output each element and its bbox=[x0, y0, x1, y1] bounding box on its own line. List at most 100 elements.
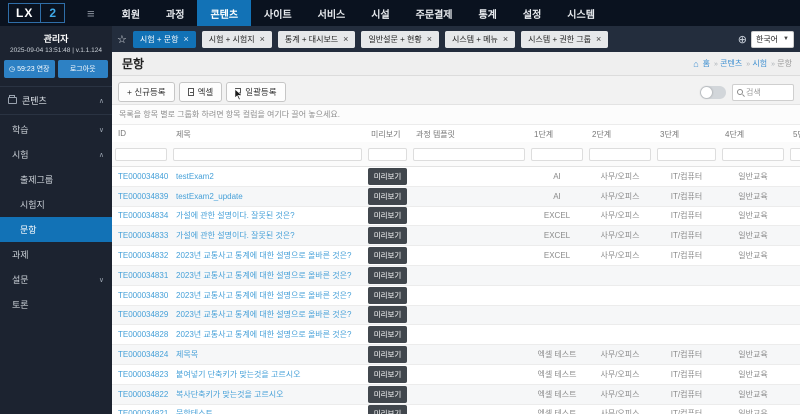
column-header[interactable]: 미리보기 bbox=[365, 125, 410, 142]
row-id-link[interactable]: TE000034832 bbox=[118, 251, 168, 260]
column-header[interactable]: 제목 bbox=[170, 125, 365, 142]
topnav-item[interactable]: 통계 bbox=[465, 0, 509, 26]
preview-button[interactable]: 미리보기 bbox=[368, 287, 408, 304]
row-title-link[interactable]: 가설에 관한 설명이다. 잘못된 것은? bbox=[176, 231, 295, 240]
row-title-link[interactable]: 복사단축키가 맞는것을 고르시오 bbox=[176, 390, 283, 399]
column-filter-input[interactable] bbox=[531, 148, 583, 161]
row-id-link[interactable]: TE000034829 bbox=[118, 310, 168, 319]
row-id-link[interactable]: TE000034823 bbox=[118, 370, 168, 379]
sidebar-item[interactable]: 시험지 bbox=[0, 192, 112, 217]
row-title-link[interactable]: 2023년 교통사고 통계에 대한 설명으로 올바른 것은? bbox=[176, 310, 351, 319]
row-title-link[interactable]: 2023년 교통사고 통계에 대한 설명으로 올바른 것은? bbox=[176, 291, 351, 300]
preview-button[interactable]: 미리보기 bbox=[368, 188, 408, 205]
row-id-link[interactable]: TE000034822 bbox=[118, 390, 168, 399]
workspace-tab[interactable]: 시스템 + 메뉴 × bbox=[445, 31, 515, 48]
column-filter-input[interactable] bbox=[173, 148, 362, 161]
preview-button[interactable]: 미리보기 bbox=[368, 168, 408, 185]
language-select[interactable]: 한국어 ▼ bbox=[751, 31, 794, 48]
topnav-item[interactable]: 설정 bbox=[510, 0, 554, 26]
close-icon[interactable]: × bbox=[183, 35, 188, 44]
column-header[interactable]: 3단계 bbox=[654, 125, 719, 142]
preview-button[interactable]: 미리보기 bbox=[368, 405, 408, 414]
breadcrumb-link[interactable]: 시험 bbox=[752, 59, 767, 68]
workspace-tab[interactable]: 통계 + 대시보드 × bbox=[278, 31, 356, 48]
sidebar-item[interactable]: 토론 bbox=[0, 292, 112, 317]
preview-button[interactable]: 미리보기 bbox=[368, 207, 408, 224]
topnav-item[interactable]: 시설 bbox=[358, 0, 402, 26]
row-id-link[interactable]: TE000034821 bbox=[118, 409, 168, 414]
logout-button[interactable]: 로그아웃 bbox=[58, 60, 109, 78]
close-icon[interactable]: × bbox=[503, 35, 508, 44]
favorite-star-icon[interactable]: ☆ bbox=[117, 33, 127, 46]
search-input[interactable] bbox=[746, 88, 789, 97]
row-id-link[interactable]: TE000034828 bbox=[118, 330, 168, 339]
close-icon[interactable]: × bbox=[596, 35, 601, 44]
row-title-link[interactable]: 제목목 bbox=[176, 350, 198, 359]
breadcrumb-link[interactable]: 홈 bbox=[703, 59, 710, 68]
session-extend-button[interactable]: ◷ 59:23 연장 bbox=[4, 60, 55, 78]
column-header[interactable]: 4단계 bbox=[719, 125, 787, 142]
row-id-link[interactable]: TE000034830 bbox=[118, 291, 168, 300]
column-header[interactable]: ID bbox=[112, 125, 170, 142]
home-icon[interactable]: ⌂ bbox=[693, 59, 698, 69]
workspace-tab[interactable]: 시스템 + 권한 그룹 × bbox=[521, 31, 608, 48]
column-header[interactable]: 5단계 bbox=[787, 125, 800, 142]
row-title-link[interactable]: 2023년 교통사고 통계에 대한 설명으로 올바른 것은? bbox=[176, 251, 351, 260]
sidebar-item[interactable]: 설문 ∨ bbox=[0, 267, 112, 292]
close-icon[interactable]: × bbox=[343, 35, 348, 44]
sidebar-item[interactable]: 출제그룹 bbox=[0, 167, 112, 192]
preview-button[interactable]: 미리보기 bbox=[368, 267, 408, 284]
sidebar-item[interactable]: 학습 ∨ bbox=[0, 117, 112, 142]
hamburger-menu-icon[interactable]: ≡ bbox=[87, 6, 95, 21]
row-title-link[interactable]: 2023년 교통사고 통계에 대한 설명으로 올바른 것은? bbox=[176, 330, 351, 339]
column-filter-input[interactable] bbox=[722, 148, 784, 161]
sidebar-item[interactable]: 문항 bbox=[0, 217, 112, 242]
column-filter-input[interactable] bbox=[368, 148, 407, 161]
close-icon[interactable]: × bbox=[260, 35, 265, 44]
column-filter-input[interactable] bbox=[589, 148, 651, 161]
breadcrumb-link[interactable]: 콘텐츠 bbox=[720, 59, 742, 68]
column-header[interactable]: 1단계 bbox=[528, 125, 586, 142]
row-id-link[interactable]: TE000034833 bbox=[118, 231, 168, 240]
row-title-link[interactable]: testExam2 bbox=[176, 172, 214, 181]
column-filter-input[interactable] bbox=[115, 148, 167, 161]
row-id-link[interactable]: TE000034824 bbox=[118, 350, 168, 359]
app-logo[interactable]: LX 2 bbox=[8, 3, 65, 23]
preview-button[interactable]: 미리보기 bbox=[368, 346, 408, 363]
row-title-link[interactable]: testExam2_update bbox=[176, 192, 243, 201]
sidebar-item[interactable]: 과제 bbox=[0, 242, 112, 267]
row-id-link[interactable]: TE000034840 bbox=[118, 172, 168, 181]
search-toggle[interactable] bbox=[700, 86, 726, 99]
topnav-item[interactable]: 시스템 bbox=[554, 0, 608, 26]
row-title-link[interactable]: 2023년 교통사고 통계에 대한 설명으로 올바른 것은? bbox=[176, 271, 351, 280]
row-id-link[interactable]: TE000034839 bbox=[118, 192, 168, 201]
sidebar-item[interactable]: 시험 ∧ bbox=[0, 142, 112, 167]
preview-button[interactable]: 미리보기 bbox=[368, 306, 408, 323]
topnav-item[interactable]: 회원 bbox=[109, 0, 153, 26]
breadcrumb-link[interactable]: 문항 bbox=[777, 59, 792, 68]
column-header[interactable]: 2단계 bbox=[586, 125, 654, 142]
preview-button[interactable]: 미리보기 bbox=[368, 227, 408, 244]
workspace-tab[interactable]: 일반설문 + 현황 × bbox=[361, 31, 439, 48]
workspace-tab[interactable]: 시험 + 시험지 × bbox=[202, 31, 272, 48]
column-filter-input[interactable] bbox=[413, 148, 525, 161]
preview-button[interactable]: 미리보기 bbox=[368, 247, 408, 264]
excel-button[interactable]: 엑셀 bbox=[179, 82, 223, 102]
sidebar-root-contents[interactable]: 콘텐츠 ∧ bbox=[0, 86, 112, 115]
row-title-link[interactable]: 가설에 관한 설명이다. 잘못된 것은? bbox=[176, 211, 295, 220]
topnav-item[interactable]: 콘텐츠 bbox=[197, 0, 251, 26]
topnav-item[interactable]: 과정 bbox=[153, 0, 197, 26]
topnav-item[interactable]: 서비스 bbox=[305, 0, 359, 26]
row-title-link[interactable]: 문항테스트 bbox=[176, 409, 213, 414]
new-register-button[interactable]: + 신규등록 bbox=[118, 82, 175, 102]
workspace-tab[interactable]: 시험 + 문항 × bbox=[133, 31, 196, 48]
topnav-item[interactable]: 사이트 bbox=[251, 0, 305, 26]
row-id-link[interactable]: TE000034834 bbox=[118, 211, 168, 220]
close-icon[interactable]: × bbox=[427, 35, 432, 44]
column-filter-input[interactable] bbox=[790, 148, 800, 161]
bulk-register-button[interactable]: 일괄등록 bbox=[226, 82, 285, 102]
column-filter-input[interactable] bbox=[657, 148, 716, 161]
column-header[interactable]: 과정 템플릿 bbox=[410, 125, 528, 142]
row-title-link[interactable]: 붙여넣기 단축키가 맞는것을 고르시오 bbox=[176, 370, 300, 379]
row-id-link[interactable]: TE000034831 bbox=[118, 271, 168, 280]
